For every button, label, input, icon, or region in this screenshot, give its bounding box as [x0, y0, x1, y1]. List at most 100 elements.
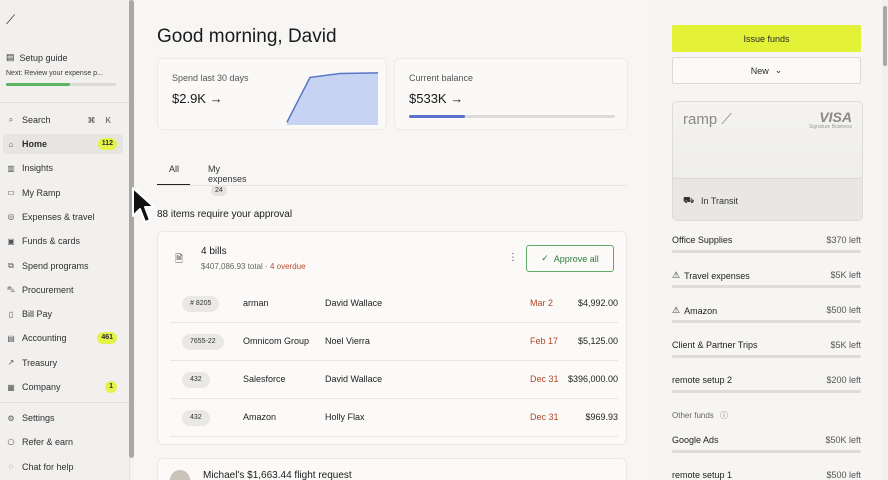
balance-value[interactable]: $533K → [409, 91, 463, 106]
fund-item-travel-expenses[interactable]: ⚠ Travel expenses $5K left [672, 270, 861, 294]
bill-due-date: Dec 31 [530, 412, 559, 422]
card-brand-text: ramp [683, 111, 718, 128]
fund-remaining: $5K left [830, 270, 861, 280]
sidebar: ⟋ ▤ Setup guide Next: Review your expens… [0, 0, 130, 480]
other-funds-heading: Other funds ⓘ [672, 410, 728, 421]
chat-icon: ◌ [8, 462, 14, 472]
fund-item-remote-setup-1[interactable]: remote setup 1 $500 left [672, 470, 861, 480]
sidebar-item-expenses-travel[interactable]: ◎ Expenses & travel [3, 207, 123, 227]
sidebar-item-spend-programs[interactable]: ⧉ Spend programs [3, 256, 123, 276]
fund-name: Office Supplies [672, 235, 733, 245]
fund-name-wrap: ⚠ Travel expenses [672, 270, 750, 281]
table-row[interactable]: 432 Salesforce David Wallace Dec 31 $396… [170, 361, 618, 399]
flight-request-card[interactable]: Michael's $1,663.44 flight request [157, 458, 627, 480]
notification-badge: 461 [97, 332, 117, 345]
sidebar-search[interactable]: ⌕ Search ⌘ K [3, 110, 123, 130]
home-icon: ⌂ [8, 139, 14, 149]
new-button[interactable]: New ⌄ [672, 57, 861, 84]
bill-number-tag: # 8205 [182, 296, 220, 312]
fund-remaining: $500 left [826, 305, 861, 315]
fund-item-client-partner-trips[interactable]: Client & Partner Trips $5K left [672, 340, 861, 364]
ramp-logo-icon[interactable]: ⟋ [6, 12, 15, 28]
fund-name-wrap: Client & Partner Trips [672, 340, 758, 350]
sidebar-item-settings[interactable]: ⚙ Settings [3, 408, 123, 428]
truck-icon: ⛟ [683, 195, 695, 205]
fund-item-google-ads[interactable]: Google Ads $50K left [672, 435, 861, 459]
spend-value[interactable]: $2.9K → [172, 91, 223, 106]
sidebar-item-my-ramp[interactable]: ▭ My Ramp [3, 183, 123, 203]
sidebar-item-label: Settings [22, 413, 55, 423]
sidebar-item-label: Company [22, 382, 61, 392]
fund-remaining: $370 left [826, 235, 861, 245]
fund-usage-bar [672, 320, 861, 323]
page-scrollbar-thumb[interactable] [883, 6, 887, 66]
spend-card[interactable]: Spend last 30 days $2.9K → [157, 58, 387, 130]
bill-amount: $4,992.00 [577, 298, 618, 308]
spend-label: Spend last 30 days [172, 73, 249, 83]
setup-guide[interactable]: ▤ Setup guide [6, 52, 68, 63]
fund-remaining: $200 left [826, 375, 861, 385]
sidebar-item-accounting[interactable]: ▤ Accounting 461 [3, 328, 123, 348]
approve-all-label: Approve all [553, 253, 599, 264]
checklist-icon: ▤ [6, 52, 15, 62]
sidebar-item-label: Treasury [22, 357, 58, 368]
setup-guide-title: Setup guide [19, 52, 68, 63]
balance-bar-fill [409, 115, 465, 118]
tab-my-expenses-label: My expenses [208, 164, 247, 184]
info-icon[interactable]: ⓘ [720, 411, 728, 420]
bills-separator: · [262, 262, 270, 271]
main-content: Good morning, David Spend last 30 days $… [134, 0, 650, 480]
sidebar-item-label: Chat for help [22, 461, 74, 472]
mouse-cursor-icon [132, 187, 155, 223]
sidebar-item-procurement[interactable]: ⛍ Procurement [3, 280, 123, 300]
setup-progress-bar [6, 83, 116, 86]
bill-owner: Holly Flax [325, 412, 365, 422]
bill-amount: $396,000.00 [567, 374, 618, 384]
chevron-down-icon: ⌄ [774, 65, 783, 75]
sidebar-item-home[interactable]: ⌂ Home 112 [3, 134, 123, 154]
sidebar-item-label: My Ramp [22, 187, 61, 198]
new-label: New [750, 65, 769, 76]
approve-all-button[interactable]: ✓ Approve all [526, 245, 614, 272]
table-row[interactable]: # 8205 arman David Wallace Mar 2 $4,992.… [170, 285, 618, 323]
bill-vendor: Omnicom Group [243, 336, 310, 346]
sidebar-item-label: Home [22, 139, 48, 149]
virtual-card[interactable]: ramp ⟋ VISA Signature Business ⛟ In Tran… [672, 101, 863, 221]
fund-item-remote-setup-2[interactable]: remote setup 2 $200 left [672, 375, 861, 399]
notification-badge: 1 [105, 381, 117, 393]
sidebar-item-label: Accounting [22, 333, 67, 344]
balance-bar [409, 115, 615, 118]
tab-all[interactable]: All [169, 164, 179, 174]
sidebar-item-company[interactable]: ▦ Company 1 [3, 377, 123, 397]
fund-item-amazon[interactable]: ⚠ Amazon $500 left [672, 305, 861, 329]
sidebar-item-label: Insights [22, 163, 54, 174]
table-row[interactable]: 7655-22 Omnicom Group Noel Vierra Feb 17… [170, 323, 618, 361]
sidebar-item-chat-for-help[interactable]: ◌ Chat for help [3, 457, 123, 477]
bill-amount: $5,125.00 [577, 336, 618, 346]
bills-card: 🗎 4 bills $407,086.93 total · 4 overdue … [157, 231, 627, 445]
sidebar-item-refer-earn[interactable]: ⎔ Refer & earn [3, 432, 123, 452]
fund-name: Amazon [684, 305, 718, 316]
sidebar-item-treasury[interactable]: ↗ Treasury [3, 353, 123, 373]
sidebar-item-funds-cards[interactable]: ▣ Funds & cards [3, 231, 123, 251]
balance-card[interactable]: Current balance $533K → [394, 58, 628, 130]
fund-name-wrap: remote setup 2 [672, 375, 732, 385]
warning-icon: ⚠ [672, 270, 681, 280]
page-scrollbar[interactable] [882, 0, 888, 480]
bill-vendor: Salesforce [243, 374, 286, 384]
insights-icon: ▥ [7, 163, 15, 173]
issue-funds-button[interactable]: Issue funds [672, 25, 861, 52]
fund-name-wrap: ⚠ Amazon [672, 305, 717, 316]
spend-trend-chart [286, 72, 379, 125]
cart-icon: ⛍ [6, 284, 16, 294]
spend-trend-area [287, 72, 378, 125]
fund-item-office-supplies[interactable]: Office Supplies $370 left [672, 235, 861, 259]
table-row[interactable]: 432 Amazon Holly Flax Dec 31 $969.93 [170, 399, 618, 437]
fund-name: remote setup 2 [672, 375, 733, 385]
expenses-icon: ◎ [7, 212, 15, 222]
sidebar-item-label: Procurement [22, 284, 74, 295]
tab-my-expenses[interactable]: My expenses24 [208, 164, 247, 196]
sidebar-item-bill-pay[interactable]: ▯ Bill Pay [3, 304, 123, 324]
sidebar-item-insights[interactable]: ▥ Insights [3, 158, 123, 178]
more-options-icon[interactable]: ⋮ [508, 252, 518, 263]
